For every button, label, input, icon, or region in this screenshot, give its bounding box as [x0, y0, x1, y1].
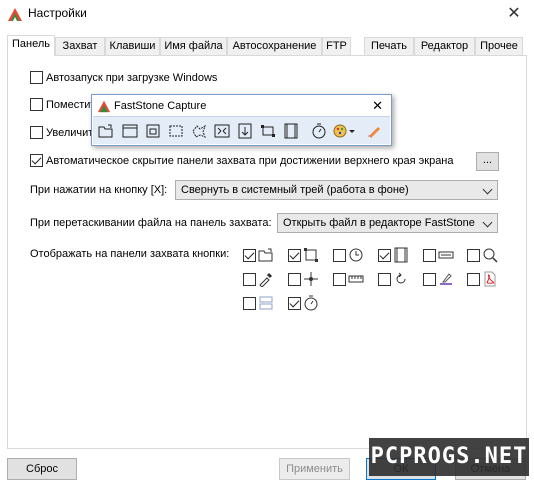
- display-buttons-label: Отображать на панели захвата кнопки:: [30, 248, 230, 260]
- window-title: Настройки: [28, 6, 87, 20]
- enlarge-checkbox[interactable]: [30, 126, 43, 139]
- chevron-down-icon: [482, 217, 493, 228]
- toolbar-close-button[interactable]: ✕: [372, 98, 383, 114]
- open-folder-icon[interactable]: [98, 123, 114, 139]
- show-screen-ruler-checkbox[interactable]: [333, 273, 346, 286]
- tab-filename[interactable]: Имя файла: [160, 37, 227, 55]
- enlarge-label: Увеличит: [46, 126, 94, 139]
- timer-icon[interactable]: [311, 123, 327, 139]
- place-label: Поместит: [46, 98, 96, 111]
- fast-stone-logo-icon: [8, 8, 22, 21]
- enlarge-option[interactable]: Увеличит: [30, 126, 93, 139]
- autohide-option[interactable]: Автоматическое скрытие панели захвата пр…: [30, 154, 454, 167]
- tab-ftp[interactable]: FTP: [322, 37, 351, 55]
- toolbar-title: FastStone Capture: [114, 100, 207, 112]
- drag-action-select[interactable]: Открыть файл в редакторе FastStone: [277, 213, 498, 233]
- capture-fullscreen-icon[interactable]: [214, 123, 230, 139]
- split-window-icon: [258, 295, 274, 311]
- capture-freehand-icon[interactable]: [191, 123, 207, 139]
- show-open-folder-checkbox[interactable]: [243, 249, 256, 262]
- tab-print[interactable]: Печать: [364, 37, 414, 55]
- settings-icon[interactable]: [366, 123, 382, 139]
- show-color-picker-checkbox[interactable]: [243, 273, 256, 286]
- show-stopwatch-checkbox[interactable]: [288, 297, 301, 310]
- stopwatch-icon: [303, 295, 319, 311]
- autostart-label: Автозапуск при загрузке Windows: [46, 71, 218, 84]
- chevron-down-icon: [482, 184, 493, 195]
- toolbar-buttons: [93, 116, 390, 144]
- pdf-icon: [482, 271, 498, 287]
- tab-panel[interactable]: Панель: [7, 35, 55, 56]
- window-close-button[interactable]: ✕: [494, 0, 534, 26]
- show-crosshair-checkbox[interactable]: [288, 273, 301, 286]
- close-action-label: При нажатии на кнопку [X]:: [30, 184, 168, 196]
- autohide-settings-button[interactable]: ...: [476, 152, 499, 171]
- autostart-checkbox[interactable]: [30, 71, 43, 84]
- capture-window-icon[interactable]: [122, 123, 138, 139]
- show-ruler-bar-checkbox[interactable]: [423, 249, 436, 262]
- capture-scroll-icon[interactable]: [237, 123, 253, 139]
- show-film-checkbox[interactable]: [378, 249, 391, 262]
- tab-strip: Панель Захват Клавиши Имя файла Автосохр…: [7, 35, 523, 56]
- show-split-window-checkbox[interactable]: [243, 297, 256, 310]
- crosshair-icon: [303, 271, 319, 287]
- autohide-label: Автоматическое скрытие панели захвата пр…: [46, 154, 454, 167]
- film-strip-icon: [393, 247, 409, 263]
- show-magnifier-checkbox[interactable]: [467, 249, 480, 262]
- fast-stone-logo-icon: [97, 100, 111, 113]
- capture-rect-icon: [303, 247, 319, 263]
- capture-object-icon[interactable]: [145, 123, 161, 139]
- drag-action-label: При перетаскивании файла на панель захва…: [30, 217, 272, 229]
- title-bar: Настройки ✕: [0, 0, 534, 28]
- autohide-checkbox[interactable]: [30, 154, 43, 167]
- show-capture-rect-checkbox[interactable]: [288, 249, 301, 262]
- show-pdf-checkbox[interactable]: [467, 273, 480, 286]
- open-folder-icon: [258, 247, 274, 263]
- show-repeat-checkbox[interactable]: [378, 273, 391, 286]
- show-timer-checkbox[interactable]: [333, 249, 346, 262]
- output-settings-icon[interactable]: [333, 123, 355, 139]
- color-picker-icon: [258, 271, 274, 287]
- ruler-bar-icon: [438, 247, 454, 263]
- pen-eraser-icon: [438, 271, 454, 287]
- magnifier-icon: [482, 247, 498, 263]
- reset-button[interactable]: Сброс: [7, 458, 77, 480]
- drag-action-value: Открыть файл в редакторе FastStone: [283, 217, 475, 229]
- repeat-arrow-icon: [393, 271, 409, 287]
- screen-ruler-icon: [348, 271, 364, 287]
- capture-rect-icon[interactable]: [168, 123, 184, 139]
- faststone-capture-toolbar[interactable]: FastStone Capture ✕: [91, 94, 392, 146]
- capture-fixed-icon[interactable]: [260, 123, 276, 139]
- tab-other[interactable]: Прочее: [475, 37, 523, 55]
- timer-clock-icon: [348, 247, 364, 263]
- tab-editor[interactable]: Редактор: [414, 37, 475, 55]
- tab-autosave[interactable]: Автосохранение: [227, 37, 322, 55]
- tab-hotkeys[interactable]: Клавиши: [105, 37, 160, 55]
- tab-capture[interactable]: Захват: [55, 37, 105, 55]
- video-record-icon[interactable]: [283, 123, 299, 139]
- show-pen-checkbox[interactable]: [423, 273, 436, 286]
- close-action-value: Свернуть в системный трей (работа в фоне…: [181, 184, 409, 196]
- apply-button[interactable]: Применить: [279, 458, 350, 480]
- place-option[interactable]: Поместит: [30, 98, 95, 111]
- watermark-label: PCPROGS.NET: [369, 438, 529, 476]
- close-action-select[interactable]: Свернуть в системный трей (работа в фоне…: [175, 180, 498, 200]
- autostart-option[interactable]: Автозапуск при загрузке Windows: [30, 71, 217, 84]
- place-checkbox[interactable]: [30, 98, 43, 111]
